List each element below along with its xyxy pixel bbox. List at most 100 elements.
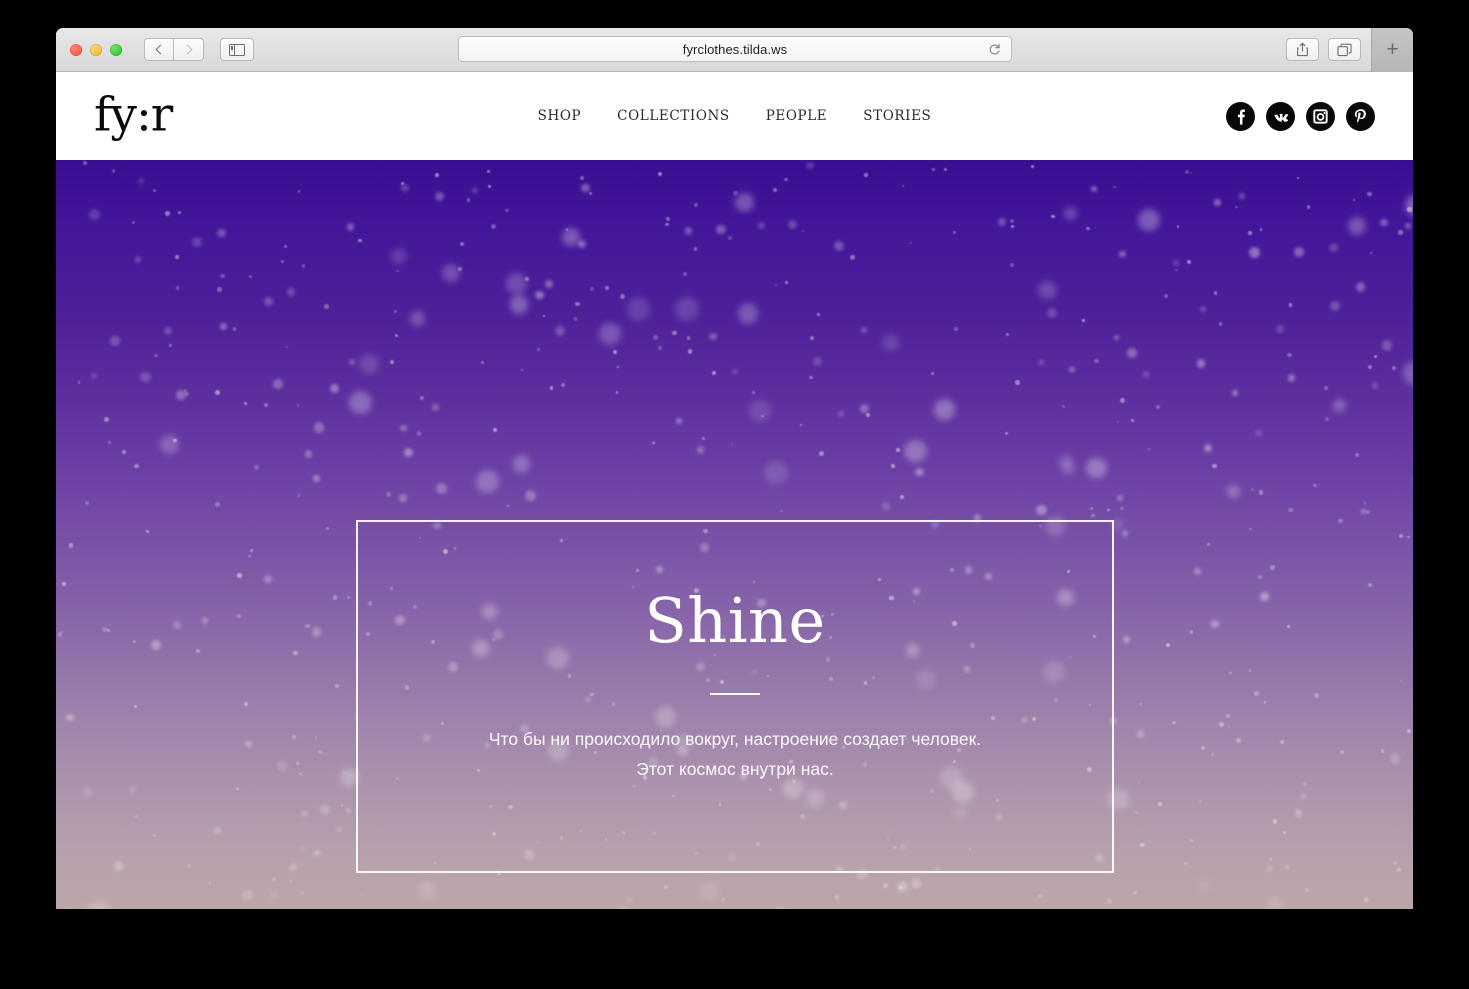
star-particle (626, 297, 651, 321)
star-particle (1364, 897, 1369, 902)
star-particle (129, 786, 136, 794)
star-particle (358, 354, 379, 374)
star-particle (1288, 303, 1293, 307)
star-particle (666, 217, 671, 222)
new-tab-button[interactable]: + (1371, 28, 1413, 72)
nav-item-stories[interactable]: STORIES (863, 108, 931, 124)
star-particle (150, 639, 161, 650)
star-particle (1190, 839, 1194, 843)
star-particle (1038, 359, 1044, 365)
star-particle (1163, 293, 1169, 298)
zoom-window-button[interactable] (110, 43, 122, 56)
back-button[interactable] (144, 38, 174, 61)
instagram-icon[interactable] (1306, 101, 1335, 131)
star-particle (613, 350, 617, 354)
star-particle (1136, 729, 1145, 738)
star-particle (1196, 359, 1205, 368)
star-particle (883, 882, 889, 888)
star-particle (1186, 259, 1192, 265)
star-particle (248, 274, 252, 278)
star-particle (400, 424, 407, 432)
star-particle (177, 210, 182, 215)
star-particle (1086, 457, 1107, 479)
star-particle (347, 596, 351, 600)
star-particle (728, 235, 733, 240)
star-particle (472, 187, 479, 194)
address-bar[interactable]: fyrclothes.tilda.ws (458, 36, 1012, 62)
hero-divider (710, 693, 760, 695)
star-particle (509, 295, 529, 314)
reload-icon[interactable] (988, 43, 1001, 56)
star-particle (1367, 364, 1373, 370)
star-particle (134, 463, 139, 469)
star-particle (237, 573, 242, 578)
hero-subtitle-line-2: Этот космос внутри нас. (636, 759, 834, 780)
minimize-window-button[interactable] (90, 43, 102, 56)
star-particle (487, 170, 490, 173)
star-particle (1120, 506, 1124, 511)
star-particle (434, 191, 445, 202)
star-particle (1194, 568, 1202, 575)
star-particle (299, 847, 305, 853)
pinterest-icon[interactable] (1346, 101, 1375, 131)
star-particle (931, 168, 935, 172)
forward-button[interactable] (174, 38, 204, 61)
star-particle (314, 736, 318, 739)
star-particle (1219, 722, 1224, 727)
nav-item-shop[interactable]: SHOP (538, 108, 582, 124)
star-particle (809, 336, 814, 341)
star-particle (264, 574, 273, 584)
star-particle (168, 343, 173, 348)
star-particle (696, 446, 704, 454)
show-tabs-button[interactable] (1328, 38, 1361, 61)
star-particle (332, 594, 338, 600)
vk-icon[interactable] (1266, 101, 1295, 131)
close-window-button[interactable] (70, 43, 82, 56)
facebook-icon[interactable] (1226, 101, 1255, 131)
star-particle (581, 183, 590, 192)
star-particle (1134, 811, 1138, 815)
star-particle (135, 815, 138, 818)
star-particle (393, 310, 397, 314)
star-particle (66, 713, 74, 722)
star-particle (1051, 214, 1055, 219)
star-particle (466, 198, 470, 202)
star-particle (111, 169, 116, 173)
star-particle (1030, 164, 1035, 168)
star-particle (1107, 508, 1110, 512)
star-particle (1339, 750, 1344, 755)
star-particle (1225, 713, 1230, 718)
nav-item-collections[interactable]: COLLECTIONS (617, 108, 730, 124)
star-particle (1296, 177, 1299, 179)
star-particle (1353, 198, 1356, 201)
nav-item-people[interactable]: PEOPLE (766, 108, 828, 124)
star-particle (418, 881, 436, 899)
star-particle (626, 896, 633, 903)
star-particle (243, 401, 247, 405)
star-particle (1009, 263, 1014, 268)
star-particle (1203, 443, 1212, 452)
star-particle (1398, 230, 1403, 235)
star-particle (1312, 483, 1317, 488)
star-particle (693, 247, 698, 251)
sidebar-toggle-button[interactable] (220, 38, 254, 61)
star-particle (434, 173, 439, 178)
star-particle (1287, 352, 1292, 358)
star-particle (1091, 513, 1095, 518)
star-particle (232, 327, 237, 331)
star-particle (543, 315, 546, 318)
star-particle (1011, 225, 1015, 229)
star-particle (809, 375, 813, 380)
star-particle (1323, 386, 1329, 391)
star-particle (693, 203, 698, 208)
star-particle (861, 327, 867, 333)
star-particle (1253, 691, 1259, 696)
star-particle (1166, 643, 1170, 648)
star-particle (1392, 861, 1397, 866)
star-particle (86, 900, 111, 909)
star-particle (286, 287, 296, 297)
hero-content: Shine Что бы ни происходило вокруг, наст… (358, 590, 1112, 784)
star-particle (780, 509, 783, 513)
star-particle (1314, 693, 1319, 698)
share-button[interactable] (1286, 38, 1319, 61)
